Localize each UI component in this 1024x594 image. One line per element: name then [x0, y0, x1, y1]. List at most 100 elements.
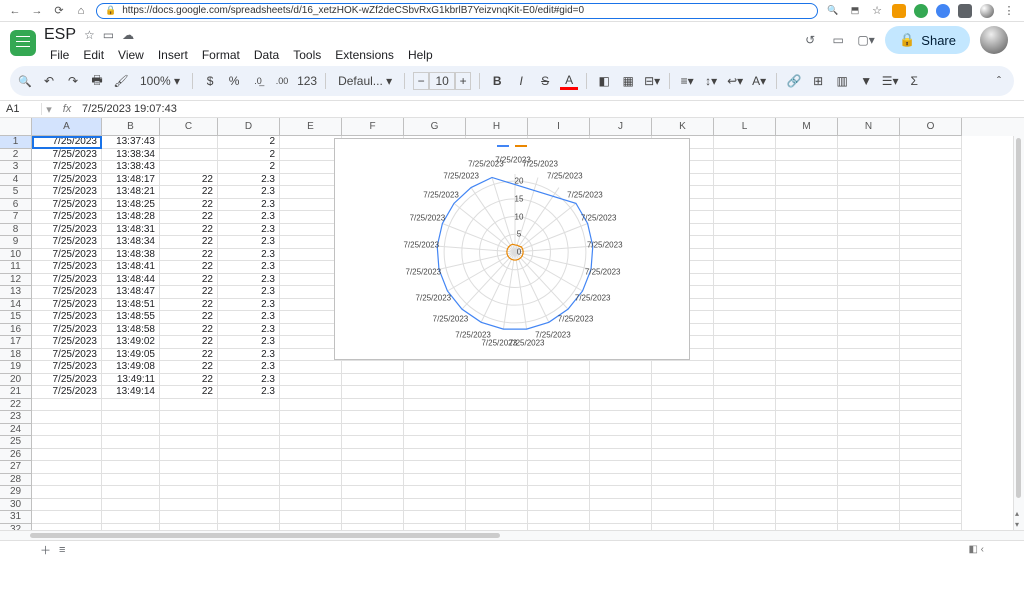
comments-icon[interactable]: ▭ [829, 33, 847, 47]
reload-icon[interactable]: ⟳ [52, 4, 66, 17]
col-header-F[interactable]: F [342, 118, 404, 136]
row-header-26[interactable]: 26 [0, 449, 32, 462]
scroll-up-icon[interactable]: ▴ [1015, 509, 1019, 518]
col-header-H[interactable]: H [466, 118, 528, 136]
row-header-3[interactable]: 3 [0, 161, 32, 174]
cell[interactable] [528, 361, 590, 374]
cell[interactable] [404, 411, 466, 424]
cell[interactable]: 22 [160, 361, 218, 374]
cell[interactable] [404, 461, 466, 474]
cell[interactable] [776, 461, 838, 474]
rotate-icon[interactable]: A▾ [750, 74, 768, 88]
cell[interactable]: 7/25/2023 [32, 349, 102, 362]
cell[interactable] [838, 361, 900, 374]
cell[interactable] [342, 436, 404, 449]
menu-file[interactable]: File [44, 46, 75, 64]
select-all-corner[interactable] [0, 118, 32, 136]
row-header-18[interactable]: 18 [0, 349, 32, 362]
cell[interactable] [102, 474, 160, 487]
cell[interactable] [714, 249, 776, 262]
horizontal-scrollbar[interactable] [0, 530, 1024, 540]
cell[interactable] [280, 311, 342, 324]
cell[interactable] [32, 499, 102, 512]
cell[interactable] [900, 174, 962, 187]
cell[interactable]: 13:48:34 [102, 236, 160, 249]
link-icon[interactable]: 🔗 [785, 74, 803, 88]
cell[interactable] [466, 386, 528, 399]
cell[interactable] [838, 424, 900, 437]
cell[interactable] [280, 486, 342, 499]
cell[interactable] [160, 511, 218, 524]
col-header-I[interactable]: I [528, 118, 590, 136]
cell[interactable] [280, 186, 342, 199]
cell[interactable]: 22 [160, 224, 218, 237]
home-icon[interactable]: ⌂ [74, 5, 88, 17]
cell[interactable]: 7/25/2023 [32, 161, 102, 174]
col-header-N[interactable]: N [838, 118, 900, 136]
star-icon[interactable]: ☆ [84, 28, 95, 42]
cell[interactable] [838, 199, 900, 212]
cell[interactable] [900, 236, 962, 249]
cell[interactable] [714, 286, 776, 299]
cell[interactable] [776, 449, 838, 462]
row-header-28[interactable]: 28 [0, 474, 32, 487]
cell[interactable] [466, 374, 528, 387]
cell[interactable] [102, 399, 160, 412]
scroll-down-icon[interactable]: ▾ [1015, 520, 1019, 529]
search-menu-icon[interactable]: 🔍 [16, 75, 34, 88]
h-scroll-thumb[interactable] [30, 533, 500, 538]
cell[interactable] [160, 424, 218, 437]
fill-color-icon[interactable]: ◧ [595, 74, 613, 88]
cell[interactable] [776, 261, 838, 274]
cell[interactable] [776, 299, 838, 312]
cell[interactable]: 7/25/2023 [32, 361, 102, 374]
currency-icon[interactable]: $ [201, 74, 219, 88]
back-icon[interactable]: ← [8, 5, 22, 17]
cell[interactable] [714, 349, 776, 362]
cell[interactable] [900, 186, 962, 199]
cell[interactable] [838, 211, 900, 224]
cell[interactable] [714, 136, 776, 149]
col-header-M[interactable]: M [776, 118, 838, 136]
cell[interactable]: 2.3 [218, 224, 280, 237]
cell[interactable] [900, 374, 962, 387]
cell[interactable] [590, 511, 652, 524]
name-box-dropdown-icon[interactable]: ▾ [42, 103, 56, 116]
cell[interactable] [280, 499, 342, 512]
cell[interactable] [342, 424, 404, 437]
cell[interactable]: 13:48:38 [102, 249, 160, 262]
valign-icon[interactable]: ↕▾ [702, 74, 720, 88]
cell[interactable] [218, 511, 280, 524]
cell[interactable] [466, 461, 528, 474]
cell[interactable] [466, 399, 528, 412]
cell[interactable] [838, 449, 900, 462]
cell[interactable] [776, 349, 838, 362]
undo-icon[interactable]: ↶ [40, 74, 58, 88]
cell[interactable] [900, 286, 962, 299]
cell[interactable] [900, 361, 962, 374]
cell[interactable] [160, 149, 218, 162]
cell[interactable] [838, 286, 900, 299]
cell[interactable] [776, 224, 838, 237]
cell[interactable] [342, 461, 404, 474]
cell[interactable] [342, 474, 404, 487]
cell[interactable] [280, 249, 342, 262]
cell[interactable] [342, 511, 404, 524]
cell[interactable]: 22 [160, 349, 218, 362]
cell[interactable] [838, 461, 900, 474]
more-formats-icon[interactable]: 123 [297, 74, 317, 88]
extension-icon-1[interactable] [892, 4, 906, 18]
doc-title[interactable]: ESP [44, 26, 76, 44]
cell[interactable] [838, 486, 900, 499]
row-header-29[interactable]: 29 [0, 486, 32, 499]
cell[interactable] [838, 149, 900, 162]
cell[interactable] [32, 424, 102, 437]
cell[interactable] [776, 436, 838, 449]
add-sheet-icon[interactable]: ＋ [40, 542, 51, 558]
cell[interactable] [102, 411, 160, 424]
cell[interactable]: 22 [160, 286, 218, 299]
share-button[interactable]: 🔒 Share [885, 26, 970, 54]
cell[interactable]: 22 [160, 174, 218, 187]
cell[interactable]: 2.3 [218, 286, 280, 299]
cell[interactable] [838, 436, 900, 449]
